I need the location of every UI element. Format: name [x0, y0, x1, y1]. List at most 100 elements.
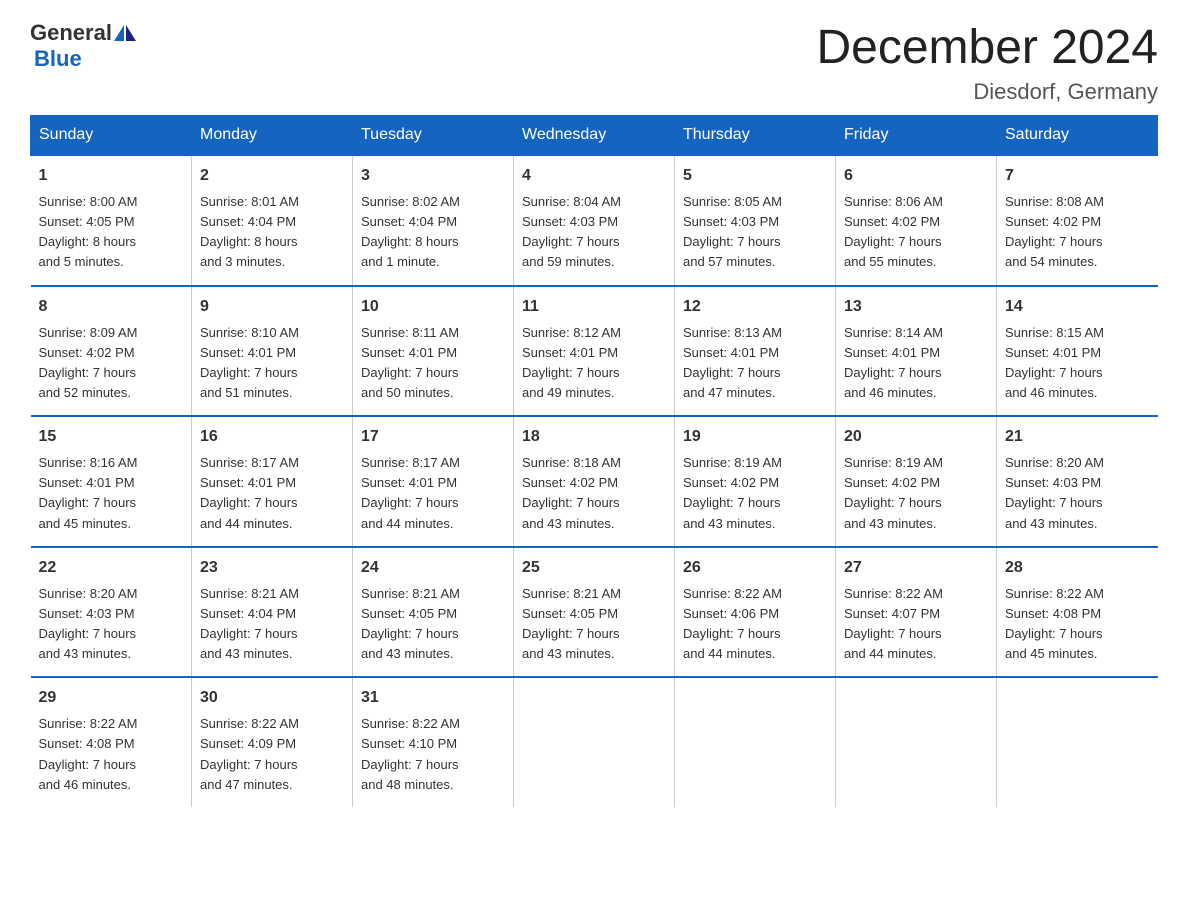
day-number: 5	[683, 164, 827, 188]
table-row: 6 Sunrise: 8:06 AM Sunset: 4:02 PM Dayli…	[836, 155, 997, 286]
day-number: 22	[39, 556, 184, 580]
table-row: 23 Sunrise: 8:21 AM Sunset: 4:04 PM Dayl…	[192, 547, 353, 678]
day-number: 16	[200, 425, 344, 449]
day-info: Sunrise: 8:21 AM Sunset: 4:05 PM Dayligh…	[522, 584, 666, 665]
day-info: Sunrise: 8:01 AM Sunset: 4:04 PM Dayligh…	[200, 192, 344, 273]
day-info: Sunrise: 8:17 AM Sunset: 4:01 PM Dayligh…	[200, 453, 344, 534]
day-info: Sunrise: 8:22 AM Sunset: 4:08 PM Dayligh…	[1005, 584, 1150, 665]
table-row	[836, 677, 997, 807]
table-row: 21 Sunrise: 8:20 AM Sunset: 4:03 PM Dayl…	[997, 416, 1158, 547]
calendar-header-row: Sunday Monday Tuesday Wednesday Thursday…	[31, 116, 1158, 156]
day-number: 14	[1005, 295, 1150, 319]
calendar-week-row: 29 Sunrise: 8:22 AM Sunset: 4:08 PM Dayl…	[31, 677, 1158, 807]
table-row: 30 Sunrise: 8:22 AM Sunset: 4:09 PM Dayl…	[192, 677, 353, 807]
day-info: Sunrise: 8:17 AM Sunset: 4:01 PM Dayligh…	[361, 453, 505, 534]
day-number: 21	[1005, 425, 1150, 449]
day-number: 19	[683, 425, 827, 449]
day-number: 7	[1005, 164, 1150, 188]
table-row: 22 Sunrise: 8:20 AM Sunset: 4:03 PM Dayl…	[31, 547, 192, 678]
table-row: 3 Sunrise: 8:02 AM Sunset: 4:04 PM Dayli…	[353, 155, 514, 286]
day-info: Sunrise: 8:10 AM Sunset: 4:01 PM Dayligh…	[200, 323, 344, 404]
day-number: 4	[522, 164, 666, 188]
table-row: 26 Sunrise: 8:22 AM Sunset: 4:06 PM Dayl…	[675, 547, 836, 678]
day-number: 18	[522, 425, 666, 449]
table-row: 12 Sunrise: 8:13 AM Sunset: 4:01 PM Dayl…	[675, 286, 836, 417]
day-info: Sunrise: 8:18 AM Sunset: 4:02 PM Dayligh…	[522, 453, 666, 534]
page-header: General Blue December 2024 Diesdorf, Ger…	[30, 20, 1158, 105]
day-number: 11	[522, 295, 666, 319]
day-info: Sunrise: 8:13 AM Sunset: 4:01 PM Dayligh…	[683, 323, 827, 404]
day-info: Sunrise: 8:00 AM Sunset: 4:05 PM Dayligh…	[39, 192, 184, 273]
day-info: Sunrise: 8:21 AM Sunset: 4:05 PM Dayligh…	[361, 584, 505, 665]
day-info: Sunrise: 8:22 AM Sunset: 4:08 PM Dayligh…	[39, 714, 184, 795]
day-number: 29	[39, 686, 184, 710]
table-row: 20 Sunrise: 8:19 AM Sunset: 4:02 PM Dayl…	[836, 416, 997, 547]
table-row: 4 Sunrise: 8:04 AM Sunset: 4:03 PM Dayli…	[514, 155, 675, 286]
table-row: 18 Sunrise: 8:18 AM Sunset: 4:02 PM Dayl…	[514, 416, 675, 547]
day-number: 24	[361, 556, 505, 580]
table-row: 15 Sunrise: 8:16 AM Sunset: 4:01 PM Dayl…	[31, 416, 192, 547]
day-number: 9	[200, 295, 344, 319]
day-number: 31	[361, 686, 505, 710]
day-number: 26	[683, 556, 827, 580]
header-monday: Monday	[192, 116, 353, 156]
header-thursday: Thursday	[675, 116, 836, 156]
day-number: 6	[844, 164, 988, 188]
logo-general-text: General	[30, 20, 112, 46]
day-info: Sunrise: 8:06 AM Sunset: 4:02 PM Dayligh…	[844, 192, 988, 273]
table-row: 10 Sunrise: 8:11 AM Sunset: 4:01 PM Dayl…	[353, 286, 514, 417]
day-info: Sunrise: 8:09 AM Sunset: 4:02 PM Dayligh…	[39, 323, 184, 404]
table-row: 24 Sunrise: 8:21 AM Sunset: 4:05 PM Dayl…	[353, 547, 514, 678]
day-number: 23	[200, 556, 344, 580]
table-row: 25 Sunrise: 8:21 AM Sunset: 4:05 PM Dayl…	[514, 547, 675, 678]
table-row: 27 Sunrise: 8:22 AM Sunset: 4:07 PM Dayl…	[836, 547, 997, 678]
table-row: 14 Sunrise: 8:15 AM Sunset: 4:01 PM Dayl…	[997, 286, 1158, 417]
day-info: Sunrise: 8:02 AM Sunset: 4:04 PM Dayligh…	[361, 192, 505, 273]
calendar-week-row: 22 Sunrise: 8:20 AM Sunset: 4:03 PM Dayl…	[31, 547, 1158, 678]
day-number: 17	[361, 425, 505, 449]
table-row: 16 Sunrise: 8:17 AM Sunset: 4:01 PM Dayl…	[192, 416, 353, 547]
day-info: Sunrise: 8:19 AM Sunset: 4:02 PM Dayligh…	[844, 453, 988, 534]
day-info: Sunrise: 8:16 AM Sunset: 4:01 PM Dayligh…	[39, 453, 184, 534]
table-row	[675, 677, 836, 807]
table-row: 7 Sunrise: 8:08 AM Sunset: 4:02 PM Dayli…	[997, 155, 1158, 286]
day-info: Sunrise: 8:20 AM Sunset: 4:03 PM Dayligh…	[1005, 453, 1150, 534]
day-number: 2	[200, 164, 344, 188]
title-block: December 2024 Diesdorf, Germany	[816, 20, 1158, 105]
day-number: 20	[844, 425, 988, 449]
day-info: Sunrise: 8:22 AM Sunset: 4:10 PM Dayligh…	[361, 714, 505, 795]
day-info: Sunrise: 8:08 AM Sunset: 4:02 PM Dayligh…	[1005, 192, 1150, 273]
day-info: Sunrise: 8:20 AM Sunset: 4:03 PM Dayligh…	[39, 584, 184, 665]
table-row: 5 Sunrise: 8:05 AM Sunset: 4:03 PM Dayli…	[675, 155, 836, 286]
logo: General Blue	[30, 20, 136, 72]
day-number: 3	[361, 164, 505, 188]
table-row: 17 Sunrise: 8:17 AM Sunset: 4:01 PM Dayl…	[353, 416, 514, 547]
table-row: 19 Sunrise: 8:19 AM Sunset: 4:02 PM Dayl…	[675, 416, 836, 547]
day-info: Sunrise: 8:22 AM Sunset: 4:09 PM Dayligh…	[200, 714, 344, 795]
header-tuesday: Tuesday	[353, 116, 514, 156]
day-number: 27	[844, 556, 988, 580]
header-friday: Friday	[836, 116, 997, 156]
table-row: 11 Sunrise: 8:12 AM Sunset: 4:01 PM Dayl…	[514, 286, 675, 417]
day-number: 28	[1005, 556, 1150, 580]
table-row: 1 Sunrise: 8:00 AM Sunset: 4:05 PM Dayli…	[31, 155, 192, 286]
day-info: Sunrise: 8:21 AM Sunset: 4:04 PM Dayligh…	[200, 584, 344, 665]
day-number: 15	[39, 425, 184, 449]
day-number: 1	[39, 164, 184, 188]
header-wednesday: Wednesday	[514, 116, 675, 156]
table-row: 28 Sunrise: 8:22 AM Sunset: 4:08 PM Dayl…	[997, 547, 1158, 678]
day-number: 13	[844, 295, 988, 319]
calendar-week-row: 8 Sunrise: 8:09 AM Sunset: 4:02 PM Dayli…	[31, 286, 1158, 417]
day-number: 30	[200, 686, 344, 710]
table-row: 9 Sunrise: 8:10 AM Sunset: 4:01 PM Dayli…	[192, 286, 353, 417]
day-info: Sunrise: 8:11 AM Sunset: 4:01 PM Dayligh…	[361, 323, 505, 404]
day-info: Sunrise: 8:12 AM Sunset: 4:01 PM Dayligh…	[522, 323, 666, 404]
table-row	[997, 677, 1158, 807]
calendar-week-row: 1 Sunrise: 8:00 AM Sunset: 4:05 PM Dayli…	[31, 155, 1158, 286]
day-info: Sunrise: 8:05 AM Sunset: 4:03 PM Dayligh…	[683, 192, 827, 273]
day-info: Sunrise: 8:04 AM Sunset: 4:03 PM Dayligh…	[522, 192, 666, 273]
calendar-week-row: 15 Sunrise: 8:16 AM Sunset: 4:01 PM Dayl…	[31, 416, 1158, 547]
calendar-table: Sunday Monday Tuesday Wednesday Thursday…	[30, 115, 1158, 807]
day-number: 10	[361, 295, 505, 319]
day-info: Sunrise: 8:22 AM Sunset: 4:07 PM Dayligh…	[844, 584, 988, 665]
